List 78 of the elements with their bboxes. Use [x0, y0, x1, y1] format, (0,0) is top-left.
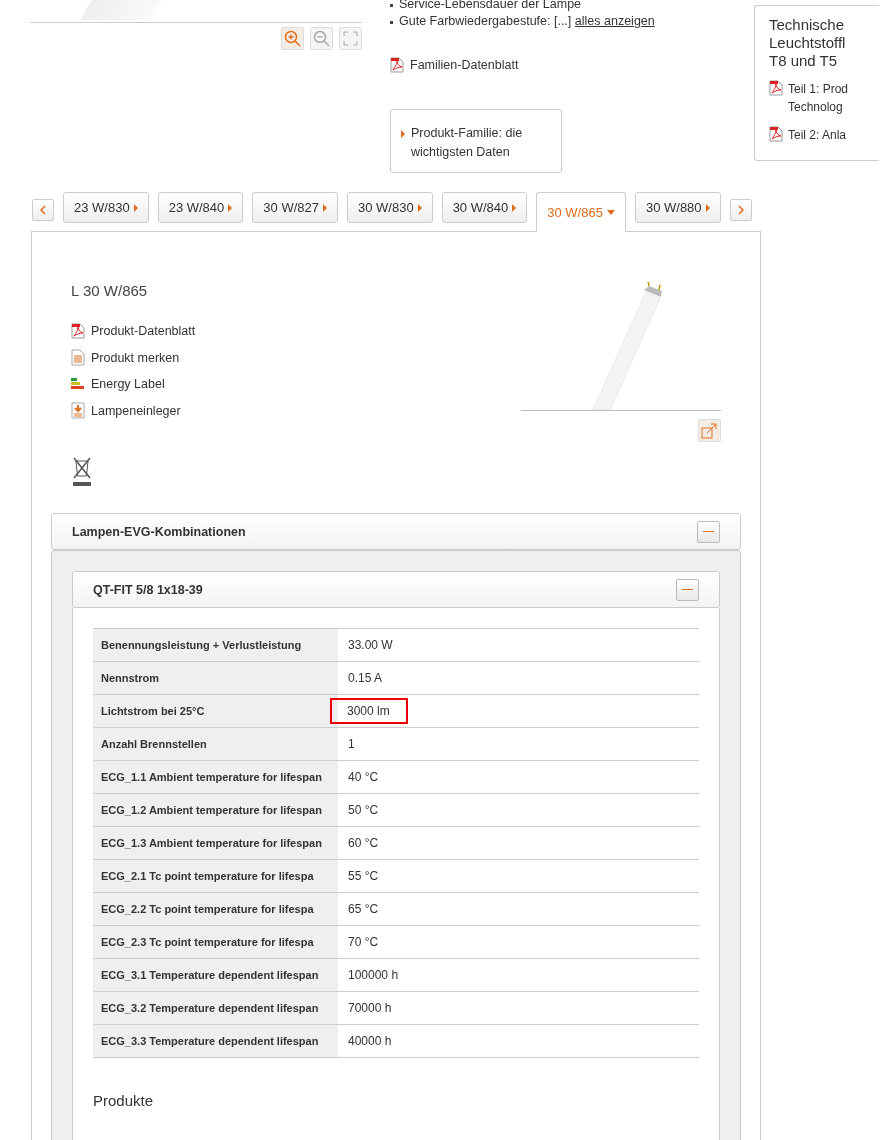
pdf-icon — [71, 323, 85, 339]
download-icon — [71, 402, 85, 419]
zoom-in-button[interactable] — [281, 27, 304, 50]
zoom-out-icon — [313, 30, 330, 47]
enlarge-button[interactable] — [698, 419, 721, 442]
caret-down-icon — [606, 209, 615, 215]
property-name: ECG_2.3 Tc point temperature for lifespa — [93, 926, 338, 958]
variant-tab[interactable]: 30 W/827 — [252, 192, 338, 223]
variant-tab[interactable]: 30 W/830 — [346, 192, 433, 223]
property-name: Benennungsleistung + Verlustleistung — [93, 629, 338, 661]
property-name: ECG_3.1 Temperature dependent lifespan — [93, 959, 338, 991]
next-button[interactable] — [729, 199, 752, 221]
property-name: ECG_3.3 Temperature dependent lifespan — [93, 1025, 338, 1057]
property-name: Lichtstrom bei 25°C — [93, 695, 338, 727]
property-value: 40000 h — [347, 1033, 393, 1050]
variant-tab[interactable]: 30 W/880 — [634, 192, 721, 223]
product-family-link[interactable]: Produkt-Familie: die wichtigsten Daten — [390, 109, 562, 173]
caret-right-icon — [322, 203, 327, 212]
property-value: 3000 lm — [330, 698, 408, 724]
product-link[interactable]: Lampeneinleger — [71, 402, 196, 419]
fullscreen-icon — [343, 31, 358, 46]
sidebar-title: Technische — [769, 16, 846, 34]
property-name: Nennstrom — [93, 662, 338, 694]
property-value: 70000 h — [347, 1000, 393, 1017]
property-name: Anzahl Brennstellen — [93, 728, 338, 760]
property-value: 50 °C — [347, 802, 380, 819]
variant-tab[interactable]: 30 W/840 — [441, 192, 528, 223]
sidebar-link[interactable]: Teil 2: Anla — [769, 126, 879, 144]
property-value: 100000 h — [347, 967, 400, 984]
family-datasheet-link[interactable]: Familien-Datenblatt — [390, 57, 690, 73]
zoom-in-icon — [284, 30, 301, 47]
product-link[interactable]: Energy Label — [71, 376, 196, 392]
property-value: 1 — [347, 736, 356, 753]
caret-right-icon — [133, 203, 138, 212]
bullet-icon — [390, 4, 393, 7]
property-name: ECG_1.3 Ambient temperature for lifespan — [93, 827, 338, 859]
previous-button[interactable] — [32, 199, 54, 221]
bullet-icon — [390, 21, 393, 24]
chevron-right-icon — [737, 205, 744, 215]
pdf-icon — [769, 126, 783, 142]
show-all-link[interactable]: alles anzeigen — [574, 14, 655, 28]
energy-label-icon — [71, 377, 85, 391]
feature-text: Gute Farbwiedergabestufe: [...] alles anzeigen — [399, 13, 655, 30]
ballast-title: QT-FIT 5/8 1x18-39 — [93, 582, 203, 597]
product-link[interactable]: Produkt-Datenblatt — [71, 323, 196, 339]
property-name: ECG_3.2 Temperature dependent lifespan — [93, 992, 338, 1024]
chevron-left-icon — [40, 205, 46, 215]
property-value: 0.15 A — [347, 670, 384, 687]
property-value: 40 °C — [347, 769, 380, 786]
product-link[interactable]: Produkt merken — [71, 349, 196, 366]
sidebar-title: Leuchtstoffl — [769, 34, 847, 52]
caret-right-icon — [705, 203, 710, 212]
property-name: ECG_2.2 Tc point temperature for lifespa — [93, 893, 338, 925]
pdf-icon — [390, 57, 404, 73]
variant-tab[interactable]: 23 W/830 — [63, 192, 149, 223]
property-value: 33.00 W — [347, 637, 394, 654]
caret-right-icon — [512, 203, 517, 212]
variant-tab[interactable]: 23 W/840 — [157, 192, 244, 223]
sidebar-title: T8 und T5 — [769, 52, 839, 70]
weee-bin-icon — [71, 455, 93, 487]
document-icon — [71, 349, 85, 366]
collapse-button[interactable] — [697, 520, 720, 543]
pdf-icon — [769, 80, 783, 96]
caret-right-icon — [417, 203, 422, 212]
accordion-title: Lampen-EVG-Kombinationen — [72, 524, 246, 539]
product-title: L 30 W/865 — [71, 282, 149, 299]
property-name: ECG_2.1 Tc point temperature for lifespa — [93, 860, 338, 892]
property-name: ECG_1.2 Ambient temperature for lifespan — [93, 794, 338, 826]
property-value: 60 °C — [347, 835, 380, 852]
expand-icon — [701, 422, 718, 439]
sidebar-link[interactable]: Teil 1: Prod Technolog — [769, 80, 879, 116]
property-name: ECG_1.1 Ambient temperature for lifespan — [93, 761, 338, 793]
property-value: 70 °C — [347, 934, 380, 951]
collapse-button[interactable] — [676, 578, 699, 601]
property-value: 65 °C — [347, 901, 380, 918]
section-heading: Produkte — [93, 1092, 155, 1109]
caret-right-icon — [228, 203, 233, 212]
property-value: 55 °C — [347, 868, 380, 885]
